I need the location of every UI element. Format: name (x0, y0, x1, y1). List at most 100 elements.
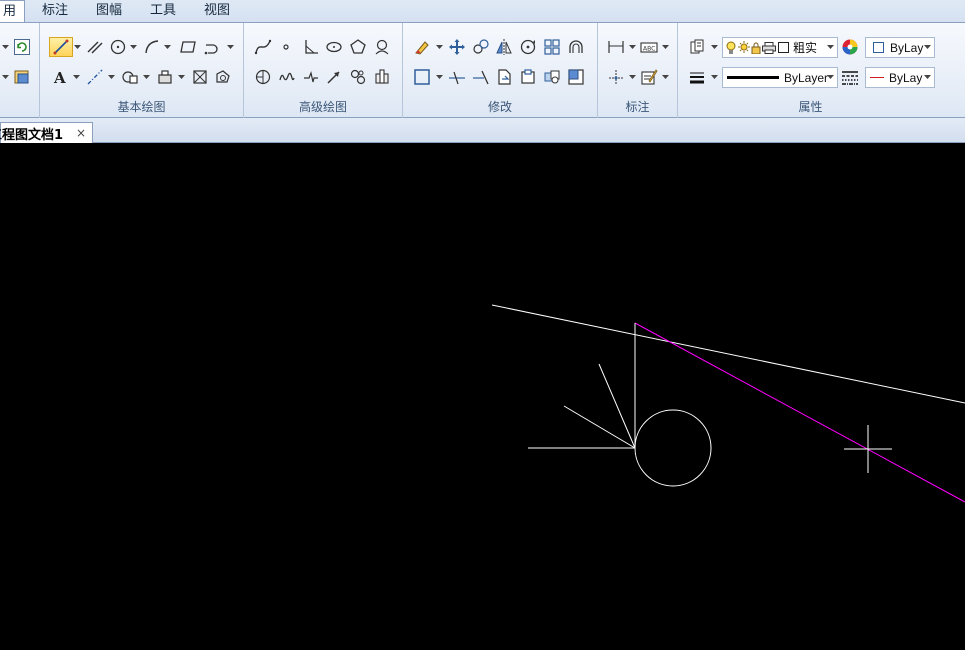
break-line-icon[interactable] (301, 67, 321, 87)
lineweight-value: ByLayer (784, 70, 829, 85)
ribbon-group-advanced-draw: 高级绘图 (244, 23, 403, 118)
mirror-tool-icon[interactable] (494, 37, 514, 57)
copy-tool-icon[interactable] (471, 37, 491, 57)
rotate-tool-icon[interactable] (518, 37, 538, 57)
dropdown-arrow-icon[interactable] (662, 37, 669, 57)
dropdown-arrow-icon[interactable] (629, 67, 636, 87)
text-annotation-icon[interactable]: ABC (639, 37, 659, 57)
menu-tab-tools[interactable]: 工具 (142, 0, 184, 22)
arrow-tool-icon[interactable] (324, 67, 344, 87)
chamfer-tool-icon[interactable] (518, 67, 538, 87)
ribbon-group-dimension: ABC 标注 (598, 23, 678, 118)
regenerate-icon[interactable] (12, 37, 32, 57)
rectangle-tool-icon[interactable] (178, 37, 198, 57)
extend-tool-icon[interactable] (471, 67, 491, 87)
centerline-symbol-icon[interactable] (372, 37, 392, 57)
centerline-tool-icon[interactable] (85, 67, 105, 87)
menu-tab-frame[interactable]: 图幅 (88, 0, 130, 22)
printer-icon[interactable] (762, 41, 776, 54)
region-tool-icon[interactable] (190, 67, 210, 87)
hole-tool-icon[interactable] (372, 67, 392, 87)
dropdown-arrow-icon[interactable] (164, 37, 171, 57)
dropdown-arrow-icon[interactable] (711, 67, 718, 87)
fillet-tool-icon[interactable] (494, 67, 514, 87)
hatch-tool-icon[interactable] (120, 67, 140, 87)
ribbon-group-properties: 粗实 ByLay ByLayer ByLay 属性 (678, 23, 943, 118)
color-wheel-icon[interactable] (840, 37, 860, 57)
angle-line-icon[interactable] (301, 37, 321, 57)
document-tab[interactable]: 工程图文档1 × (0, 122, 93, 143)
layer-combo[interactable]: 粗实 (722, 37, 838, 58)
group-label-basic-draw: 基本绘图 (117, 100, 166, 114)
menu-tab-view[interactable]: 视图 (196, 0, 238, 22)
menu-bar: 用 标注 图幅 工具 视图 (0, 0, 965, 23)
dropdown-arrow-icon[interactable] (436, 37, 443, 57)
explode-tool-icon[interactable] (542, 67, 562, 87)
sun-icon[interactable] (738, 40, 750, 55)
dropdown-arrow-icon[interactable] (436, 67, 443, 87)
boundary-tool-icon[interactable] (213, 67, 233, 87)
arc-tool-icon[interactable] (142, 37, 162, 57)
wave-line-icon[interactable] (277, 67, 297, 87)
dropdown-arrow-icon[interactable] (108, 67, 115, 87)
color-value: ByLay (890, 40, 924, 55)
dropdown-arrow-icon[interactable] (143, 67, 150, 87)
bulb-icon[interactable] (726, 41, 736, 55)
line-entity-magenta[interactable] (634, 322, 965, 503)
ribbon: A 基本绘图 高级绘图 修改 ABC 标注 粗实 ByLay ByLayer B… (0, 22, 965, 118)
move-tool-icon[interactable] (447, 37, 467, 57)
array-tool-icon[interactable] (542, 37, 562, 57)
lineweight-combo[interactable]: ByLayer (722, 67, 838, 88)
close-icon[interactable]: × (76, 126, 86, 140)
polygon-tool-icon[interactable] (348, 37, 368, 57)
color-combo[interactable]: ByLay (865, 37, 935, 58)
lock-icon[interactable] (751, 42, 761, 54)
dropdown-arrow-icon[interactable] (662, 67, 669, 87)
dropdown-arrow-icon[interactable] (130, 37, 137, 57)
lineweight-sample (727, 76, 779, 79)
dropdown-arrow-icon[interactable] (711, 37, 718, 57)
dropdown-arrow-icon[interactable] (178, 67, 185, 87)
text-tool-icon[interactable]: A (50, 67, 70, 87)
delete-tool-icon[interactable] (412, 37, 432, 57)
line-entity[interactable] (491, 304, 965, 404)
scale-tool-icon[interactable] (412, 67, 432, 87)
gear-tool-icon[interactable] (348, 67, 368, 87)
offset-tool-icon[interactable] (566, 67, 586, 87)
ellipse-tool-icon[interactable] (324, 37, 344, 57)
layer-manager-icon[interactable] (12, 67, 32, 87)
linear-dimension-icon[interactable] (606, 37, 626, 57)
drawing-surface[interactable] (0, 143, 965, 650)
dropdown-arrow-icon[interactable] (74, 37, 81, 57)
coordinate-dimension-icon[interactable] (606, 67, 626, 87)
polyline-tool-icon[interactable] (202, 37, 222, 57)
dropdown-arrow-icon[interactable] (2, 67, 9, 87)
drawing-canvas[interactable] (0, 143, 965, 650)
line-entity[interactable] (598, 363, 636, 449)
layer-color-swatch[interactable] (778, 42, 789, 53)
match-properties-icon[interactable] (687, 37, 707, 57)
stretch-tool-icon[interactable] (566, 37, 586, 57)
dropdown-arrow-icon[interactable] (73, 67, 80, 87)
block-tool-icon[interactable] (155, 67, 175, 87)
dropdown-arrow-icon[interactable] (227, 37, 234, 57)
spline-tool-icon[interactable] (253, 37, 273, 57)
point-tool-icon[interactable] (276, 37, 296, 57)
linetype-combo[interactable]: ByLay (865, 67, 935, 88)
menu-tab-dimension[interactable]: 标注 (34, 0, 76, 22)
group-label-dimension: 标注 (625, 100, 650, 114)
linetype-icon[interactable] (840, 67, 860, 87)
dimension-edit-icon[interactable] (639, 67, 659, 87)
dropdown-arrow-icon[interactable] (629, 37, 636, 57)
menu-tab-common[interactable]: 用 (0, 0, 26, 23)
line-entity[interactable] (563, 405, 636, 449)
line-tool-icon[interactable] (49, 37, 73, 57)
dropdown-arrow-icon[interactable] (2, 37, 9, 57)
circle-tool-icon[interactable] (108, 37, 128, 57)
circle-entity[interactable] (634, 409, 712, 487)
curve-tool-icon[interactable] (253, 67, 273, 87)
parallel-line-icon[interactable] (85, 37, 105, 57)
linetype-value: ByLay (889, 70, 923, 85)
trim-tool-icon[interactable] (447, 67, 467, 87)
lineweight-icon[interactable] (687, 67, 707, 87)
